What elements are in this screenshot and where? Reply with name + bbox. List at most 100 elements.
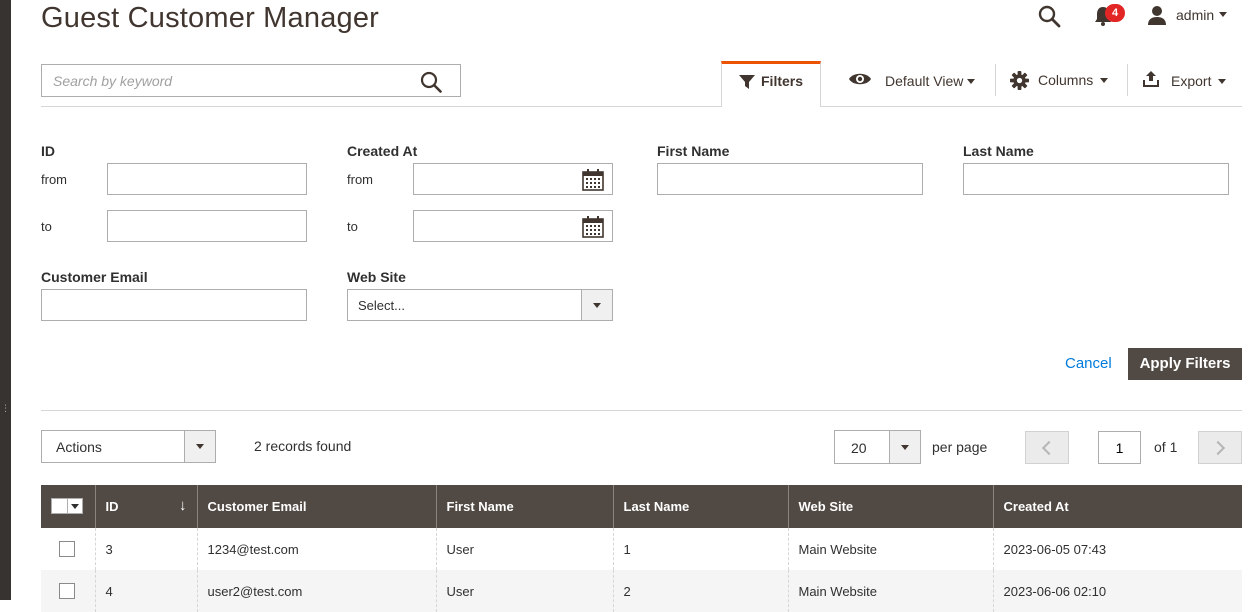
row-checkbox[interactable]: [59, 541, 75, 558]
next-page-button[interactable]: [1198, 431, 1242, 464]
filter-id-to-label: to: [41, 219, 52, 234]
filter-id-from-field: [107, 163, 307, 195]
column-header-created-at[interactable]: Created At: [993, 485, 1242, 528]
filter-id-to-field: [107, 210, 307, 242]
eye-icon: [849, 73, 871, 85]
filter-id-to-input[interactable]: [108, 211, 306, 241]
cell-created-at: 2023-06-05 07:43: [993, 528, 1242, 570]
filter-customer-email-input[interactable]: [42, 290, 306, 320]
default-view-label: Default View: [885, 73, 964, 89]
per-page-select[interactable]: 20: [834, 430, 921, 464]
cell-first-name: User: [436, 528, 614, 570]
filter-first-name-label: First Name: [657, 143, 730, 159]
per-page-value: 20: [851, 440, 867, 456]
filter-funnel-icon: [739, 75, 755, 89]
column-header-first-name[interactable]: First Name: [436, 485, 614, 528]
cell-customer-email: 1234@test.com: [197, 528, 437, 570]
table-row[interactable]: 4 user2@test.com User 2 Main Website 202…: [41, 570, 1242, 612]
filter-customer-email-field: [41, 289, 307, 321]
filter-created-from-label: from: [347, 172, 373, 187]
cell-first-name: User: [436, 570, 614, 612]
records-found-count: 2 records found: [254, 438, 352, 454]
user-menu-chevron-down-icon[interactable]: [1219, 12, 1227, 17]
filter-id-label: ID: [41, 143, 55, 159]
per-page-label: per page: [932, 439, 988, 455]
filter-created-to-field: [413, 210, 613, 242]
calendar-icon[interactable]: [582, 169, 604, 191]
mass-select-header: [41, 485, 96, 528]
export-label: Export: [1171, 73, 1212, 89]
keyword-search-input[interactable]: [42, 65, 460, 96]
columns-label: Columns: [1038, 72, 1094, 88]
filter-id-from-input[interactable]: [108, 164, 306, 194]
page-content: Guest Customer Manager 4 admin Filters: [41, 0, 1242, 612]
row-select-cell: [41, 528, 96, 570]
toolbar-separator: [995, 64, 996, 96]
grid-header-row: ID ↓ Customer Email First Name Last Name…: [41, 485, 1242, 528]
column-header-customer-email[interactable]: Customer Email: [197, 485, 437, 528]
keyword-search: [41, 64, 461, 97]
cell-website: Main Website: [788, 528, 994, 570]
column-header-last-name[interactable]: Last Name: [613, 485, 789, 528]
filter-website-value: Select...: [358, 298, 405, 313]
filter-customer-email-label: Customer Email: [41, 269, 148, 285]
page-title: Guest Customer Manager: [41, 2, 380, 34]
total-pages-label: of 1: [1154, 439, 1178, 455]
cell-last-name: 1: [613, 528, 789, 570]
mass-actions-label: Actions: [56, 439, 102, 455]
filter-last-name-input[interactable]: [964, 164, 1228, 194]
global-search-icon[interactable]: [1037, 4, 1061, 28]
chevron-down-icon: [1100, 78, 1108, 83]
filter-website-select[interactable]: Select...: [347, 289, 613, 321]
chevron-down-icon[interactable]: [71, 504, 79, 509]
cell-last-name: 2: [613, 570, 789, 612]
filter-id-from-label: from: [41, 172, 67, 187]
cell-id: 4: [95, 570, 198, 612]
column-header-website[interactable]: Web Site: [788, 485, 994, 528]
mass-select-checkbox[interactable]: [51, 498, 83, 514]
column-header-id[interactable]: ID ↓: [95, 485, 198, 528]
customers-grid: ID ↓ Customer Email First Name Last Name…: [41, 485, 1242, 612]
calendar-icon[interactable]: [582, 216, 604, 238]
notifications-count-badge[interactable]: 4: [1105, 4, 1125, 22]
export-upload-icon: [1143, 71, 1159, 87]
table-row[interactable]: 3 1234@test.com User 1 Main Website 2023…: [41, 528, 1242, 570]
chevron-down-icon: [581, 290, 612, 320]
user-account-icon[interactable]: [1146, 4, 1168, 26]
filter-created-at-label: Created At: [347, 143, 418, 159]
mass-actions-select[interactable]: Actions: [41, 430, 216, 463]
sidebar-edge-mark: ⋮: [1, 403, 10, 413]
toolbar-divider: [41, 106, 1242, 107]
chevron-down-icon: [967, 79, 975, 84]
filter-last-name-field: [963, 163, 1229, 195]
cell-website: Main Website: [788, 570, 994, 612]
cancel-filters-link[interactable]: Cancel: [1065, 355, 1112, 372]
mass-select-box[interactable]: [52, 499, 68, 513]
filter-website-label: Web Site: [347, 269, 406, 285]
chevron-down-icon: [1218, 79, 1226, 84]
gear-icon: [1010, 71, 1029, 90]
filter-first-name-field: [657, 163, 923, 195]
filters-button-label: Filters: [761, 73, 804, 89]
sort-descending-icon[interactable]: ↓: [179, 497, 187, 514]
row-checkbox[interactable]: [59, 583, 75, 600]
admin-sidebar-edge: ⋮: [0, 0, 11, 600]
cell-id: 3: [95, 528, 198, 570]
apply-filters-button[interactable]: Apply Filters: [1128, 348, 1242, 380]
previous-page-button[interactable]: [1025, 431, 1069, 464]
current-page-field: [1098, 431, 1141, 464]
current-page-input[interactable]: [1099, 432, 1140, 463]
filters-divider: [41, 410, 1242, 411]
row-select-cell: [41, 570, 96, 612]
filters-button[interactable]: Filters: [721, 61, 821, 107]
column-header-label: ID: [105, 499, 119, 514]
filter-first-name-input[interactable]: [658, 164, 922, 194]
user-account-name[interactable]: admin: [1176, 7, 1214, 23]
toolbar-separator: [1127, 64, 1128, 96]
search-submit-icon[interactable]: [420, 71, 442, 93]
filter-created-from-field: [413, 163, 613, 195]
chevron-down-icon: [184, 431, 215, 462]
cell-created-at: 2023-06-06 02:10: [993, 570, 1242, 612]
filter-created-to-label: to: [347, 219, 358, 234]
chevron-down-icon: [889, 431, 920, 463]
